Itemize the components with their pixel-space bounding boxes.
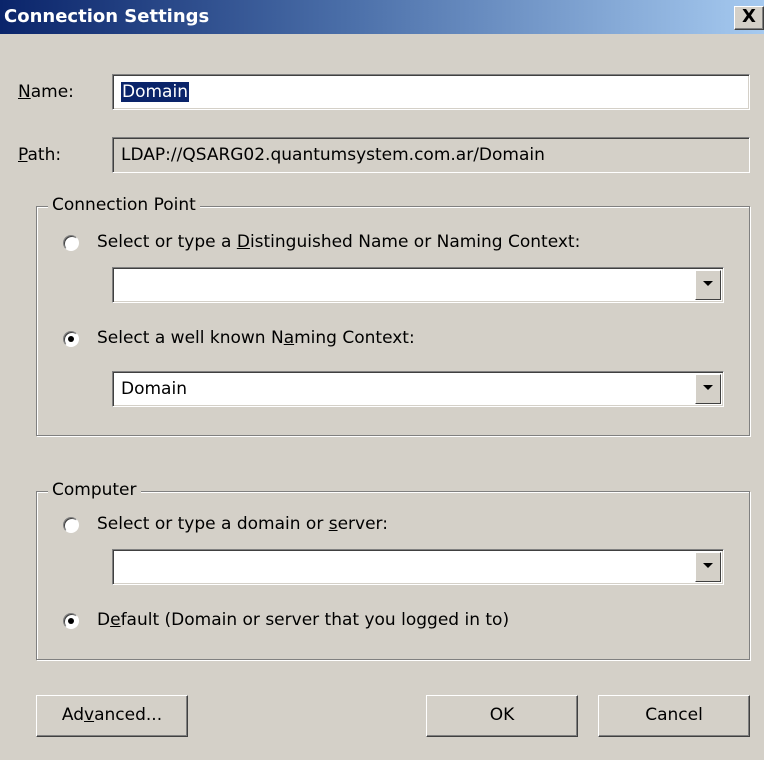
- default-domain-label[interactable]: Default (Domain or server that you logge…: [97, 610, 509, 630]
- path-label: Path:: [18, 145, 61, 165]
- dialog-title: Connection Settings: [4, 6, 210, 27]
- cancel-button[interactable]: Cancel: [598, 695, 750, 737]
- computer-title: Computer: [48, 480, 141, 500]
- title-bar: Connection Settings X: [0, 0, 764, 34]
- well-known-context-radio[interactable]: [63, 331, 79, 347]
- connection-settings-dialog: Connection Settings X Name: Domain Path:…: [0, 0, 764, 760]
- well-known-context-combo[interactable]: Domain: [112, 371, 724, 407]
- dropdown-arrow-icon[interactable]: [695, 270, 721, 300]
- name-label-rest: ame:: [30, 82, 74, 102]
- domain-or-server-label[interactable]: Select or type a domain or server:: [97, 514, 388, 534]
- path-label-rest: ath:: [27, 145, 62, 165]
- well-known-context-label[interactable]: Select a well known Naming Context:: [97, 328, 415, 348]
- name-input[interactable]: Domain: [112, 74, 750, 110]
- path-field: LDAP://QSARG02.quantumsystem.com.ar/Doma…: [112, 137, 750, 173]
- default-domain-radio[interactable]: [63, 613, 79, 629]
- distinguished-name-label[interactable]: Select or type a Distinguished Name or N…: [97, 232, 580, 252]
- name-label-accel: N: [18, 82, 31, 102]
- name-input-value: Domain: [121, 82, 189, 102]
- dropdown-arrow-icon[interactable]: [695, 374, 721, 404]
- radio-selected-dot: [68, 618, 74, 624]
- domain-or-server-radio[interactable]: [63, 517, 79, 533]
- advanced-button[interactable]: Advanced...: [36, 695, 188, 737]
- ok-button[interactable]: OK: [426, 695, 578, 737]
- close-button[interactable]: X: [734, 6, 764, 30]
- path-label-accel: P: [18, 145, 28, 165]
- domain-or-server-combo[interactable]: [112, 549, 724, 585]
- distinguished-name-radio[interactable]: [63, 235, 79, 251]
- distinguished-name-combo[interactable]: [112, 267, 724, 303]
- name-label: Name:: [18, 82, 74, 102]
- connection-point-title: Connection Point: [48, 195, 200, 215]
- close-icon: X: [742, 6, 756, 27]
- dropdown-arrow-icon[interactable]: [695, 552, 721, 582]
- path-value: LDAP://QSARG02.quantumsystem.com.ar/Doma…: [121, 145, 545, 165]
- well-known-context-combo-value: Domain: [121, 379, 187, 399]
- radio-selected-dot: [68, 336, 74, 342]
